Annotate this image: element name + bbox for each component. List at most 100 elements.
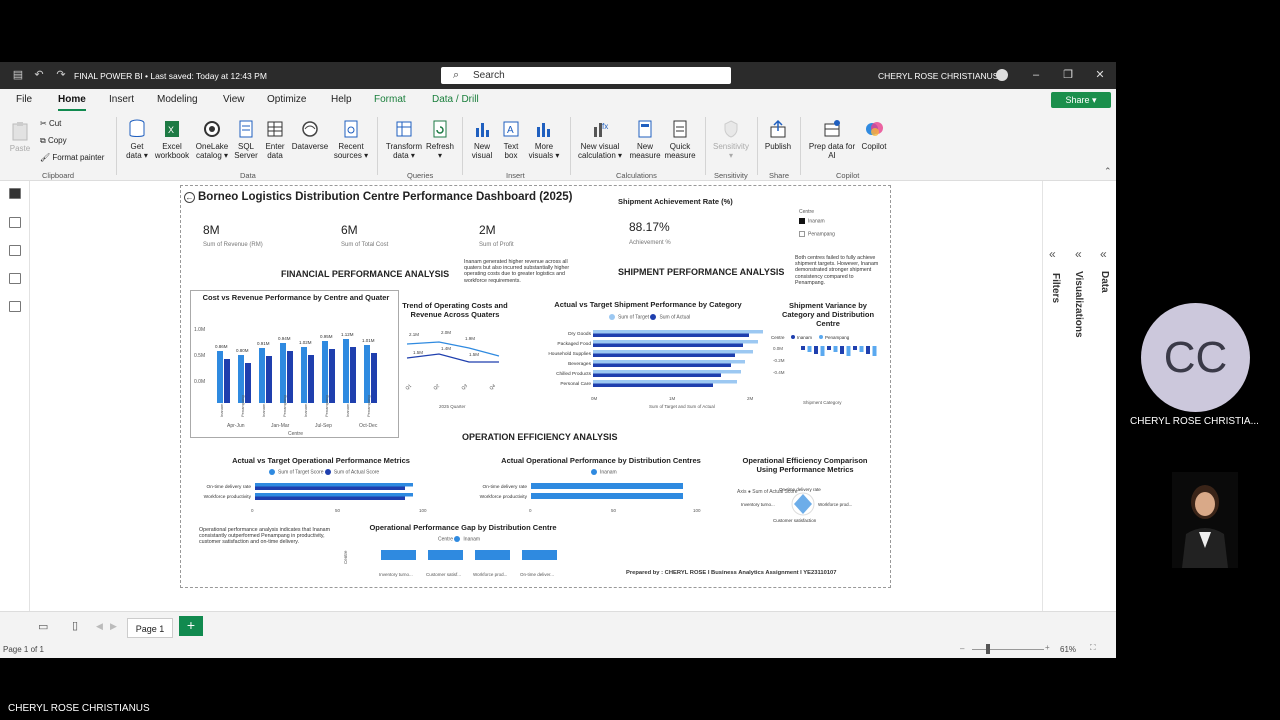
previous-page-icon[interactable]: ◀ — [96, 621, 103, 632]
user-name[interactable]: CHERYL ROSE CHRISTIANUS — [878, 71, 998, 81]
tab-optimize[interactable]: Optimize — [267, 94, 306, 105]
tab-view[interactable]: View — [223, 94, 245, 105]
next-page-icon[interactable]: ▶ — [110, 621, 117, 632]
cost-revenue-visual[interactable]: Cost vs Revenue Performance by Centre an… — [190, 290, 399, 438]
get-data-button[interactable]: Get data ▾ — [122, 119, 152, 160]
cut-button[interactable]: ✂ Cut — [40, 119, 61, 128]
status-bar: Page 1 of 1 – + 61% ⛶ — [0, 641, 1116, 658]
enter-data-button[interactable]: Enter data — [262, 119, 288, 160]
x-tick-label: Inanam — [219, 403, 224, 417]
more-visuals-button[interactable]: More visuals ▾ — [526, 119, 562, 160]
back-arrow-icon[interactable]: ← — [184, 192, 195, 203]
dataverse-button[interactable]: Dataverse — [290, 119, 330, 151]
tab-file[interactable]: File — [16, 94, 32, 105]
quarter-label: Jul-Sep — [315, 423, 332, 429]
visualizations-pane-tab[interactable]: Visualizations — [1073, 271, 1084, 338]
actual-op-chart[interactable]: On-time delivery rate Workforce productiv… — [477, 479, 727, 519]
legend-target-score-swatch — [269, 469, 275, 475]
data-pane-tab[interactable]: Data — [1099, 271, 1110, 293]
share-button[interactable]: Share ▾ — [1051, 92, 1111, 108]
publish-button[interactable]: Publish — [762, 119, 794, 151]
bar-mark — [217, 351, 223, 403]
user-avatar-icon[interactable] — [996, 69, 1008, 81]
search-input[interactable]: ⌕ Search — [441, 67, 731, 84]
data-label: 0.91M — [257, 341, 270, 346]
file-title[interactable]: FINAL POWER BI • Last saved: Today at 12… — [74, 71, 267, 81]
restore-button[interactable]: ❐ — [1060, 67, 1076, 83]
page-tab[interactable]: Page 1 — [127, 618, 173, 638]
sensitivity-button[interactable]: Sensitivity ▾ — [708, 119, 754, 160]
filters-pane-tab[interactable]: Filters — [1050, 273, 1061, 303]
collapse-visualizations-icon[interactable]: « — [1075, 247, 1082, 261]
close-button[interactable]: ✕ — [1092, 67, 1108, 83]
onelake-catalog-button[interactable]: OneLake catalog ▾ — [192, 119, 232, 160]
zoom-in-icon[interactable]: + — [1045, 643, 1050, 652]
shipment-variance-chart[interactable]: Centre Inanam Penampang 0.0M -0.2M -0.4M Shipm… — [771, 332, 886, 408]
tab-home[interactable]: Home — [58, 94, 86, 111]
paste-button[interactable]: Paste — [8, 121, 32, 153]
table-view-icon[interactable] — [9, 217, 21, 228]
new-visual-button[interactable]: New visual — [468, 119, 496, 160]
actual-target-shipment-chart[interactable]: Dry Goods Packaged Food Household Supplies… — [519, 324, 769, 412]
transform-data-button[interactable]: Transform data ▾ — [384, 119, 424, 160]
desktop-layout-icon[interactable]: ▭ — [38, 620, 48, 633]
format-painter-button[interactable]: 🖌 Format painter — [40, 153, 104, 162]
shipment-section-title: SHIPMENT PERFORMANCE ANALYSIS — [618, 267, 785, 277]
tab-data-drill[interactable]: Data / Drill — [432, 94, 479, 105]
prep-data-for-ai-button[interactable]: Prep data for AI — [806, 119, 858, 160]
collapse-filters-icon[interactable]: « — [1049, 247, 1056, 261]
category-label: Dry Goods — [568, 331, 592, 337]
op-actual-target-chart[interactable]: On-time delivery rate Workforce productiv… — [195, 479, 455, 519]
x-tick-label: Workforce prod... — [473, 572, 507, 577]
separator — [800, 117, 801, 175]
data-label: 0.80M — [236, 348, 249, 353]
fit-to-page-icon[interactable]: ⛶ — [1090, 643, 1096, 653]
new-measure-button[interactable]: New measure — [626, 119, 664, 160]
excel-workbook-button[interactable]: X Excel workbook — [153, 119, 191, 160]
share-label: Share — [1065, 95, 1090, 105]
dataverse-icon — [302, 121, 318, 137]
recent-sources-button[interactable]: Recent sources ▾ — [332, 119, 370, 160]
minimize-button[interactable]: – — [1028, 67, 1044, 83]
zoom-slider[interactable] — [972, 649, 1044, 650]
copy-button[interactable]: ⧉ Copy — [40, 136, 67, 146]
tab-format[interactable]: Format — [374, 94, 406, 105]
slicer-item-penampang[interactable]: Penampang — [799, 231, 835, 237]
slicer-item-inanam[interactable]: Inanam — [799, 218, 825, 224]
tab-modeling[interactable]: Modeling — [157, 94, 198, 105]
gap-chart[interactable]: Inventory turno... Customer satisf... Work… — [341, 544, 571, 580]
text-box-button[interactable]: A Text box — [498, 119, 524, 160]
app-menu-icon[interactable]: ▤ — [12, 69, 24, 81]
zoom-out-icon[interactable]: – — [960, 644, 964, 653]
report-view-icon[interactable] — [9, 188, 21, 199]
page-info: Page 1 of 1 — [3, 645, 44, 654]
bar-mark — [245, 363, 251, 403]
zoom-slider-thumb[interactable] — [986, 644, 990, 654]
tab-insert[interactable]: Insert — [109, 94, 134, 105]
tab-help[interactable]: Help — [331, 94, 352, 105]
dax-query-view-icon[interactable] — [9, 273, 21, 284]
sql-server-button[interactable]: SQL Server — [232, 119, 260, 160]
quick-measure-button[interactable]: Quick measure — [662, 119, 698, 160]
refresh-button[interactable]: Refresh ▾ — [424, 119, 456, 160]
redo-icon[interactable]: ↷ — [55, 69, 67, 81]
x-tick-label: Q2 — [432, 383, 440, 391]
copilot-button[interactable]: Copilot — [858, 119, 890, 151]
legend-target-label: Sum of Target — [618, 314, 650, 321]
collapse-data-icon[interactable]: « — [1100, 247, 1107, 261]
trend-chart[interactable]: 2.1M 2.0M 1.9M 1.5M 1.4M 1.5M Q1 Q2 Q3 Q4 2025 Qua… — [399, 324, 514, 410]
undo-icon[interactable]: ↶ — [33, 69, 45, 81]
model-view-icon[interactable] — [9, 245, 21, 256]
new-visual-calculation-button[interactable]: fx New visual calculation ▾ — [574, 119, 626, 160]
legend-label: Inanam — [797, 335, 812, 340]
data-label: 0.94M — [278, 336, 291, 341]
mobile-layout-icon[interactable]: ▯ — [72, 619, 78, 632]
tmdl-view-icon[interactable] — [9, 301, 21, 312]
x-tick-label: Inventory turno... — [379, 572, 413, 577]
bar-mark — [259, 348, 265, 403]
collapse-ribbon-icon[interactable]: ⌃ — [1104, 166, 1112, 177]
legend-label: Penampang — [825, 335, 850, 340]
add-page-button[interactable]: + — [179, 616, 203, 636]
legend-actual-score-swatch — [324, 469, 331, 475]
group-clipboard: Clipboard — [42, 171, 75, 180]
